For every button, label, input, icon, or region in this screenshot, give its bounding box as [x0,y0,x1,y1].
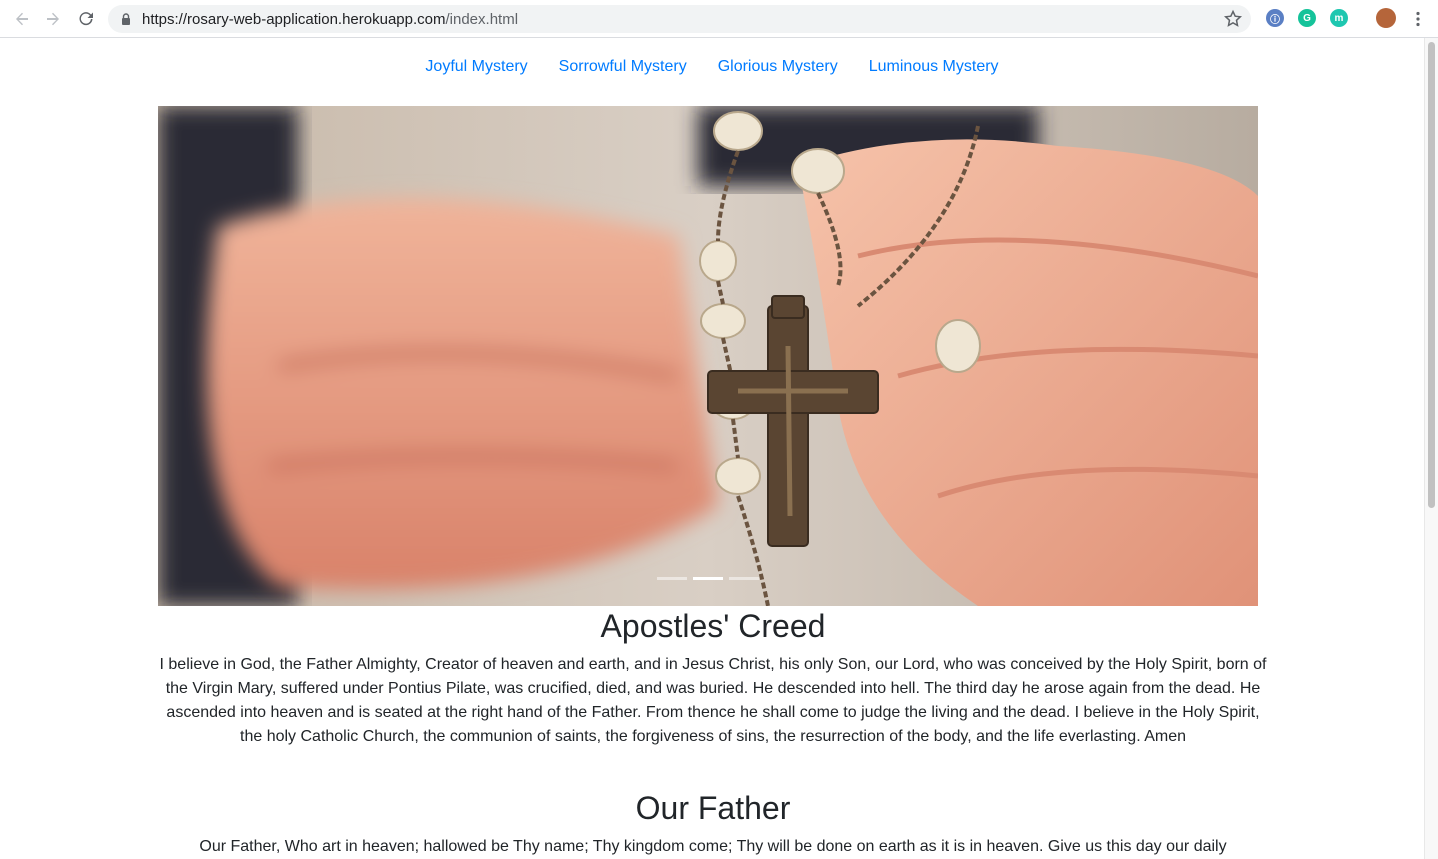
browser-menu-button[interactable] [1408,9,1428,29]
reload-button[interactable] [76,9,96,29]
carousel-indicator-1[interactable] [657,577,687,580]
nav-joyful-mystery[interactable]: Joyful Mystery [425,56,527,78]
apostles-creed-section: Apostles' Creed I believe in God, the Fa… [158,607,1268,749]
nav-sorrowful-mystery[interactable]: Sorrowful Mystery [559,56,687,78]
our-father-text: Our Father, Who art in heaven; hallowed … [199,838,1227,855]
carousel-indicator-3[interactable] [729,577,759,580]
grammarly-extension-icon[interactable]: G [1298,9,1316,27]
extension-icon-1[interactable]: ⓘ [1266,9,1284,27]
nav-glorious-mystery[interactable]: Glorious Mystery [718,56,838,78]
apostles-creed-text: I believe in God, the Father Almighty, C… [159,656,1267,745]
address-bar[interactable]: https://rosary-web-application.herokuapp… [108,5,1251,33]
reload-icon [79,12,93,26]
arrow-right-icon [47,12,59,26]
url-path: /index.html [445,11,519,28]
mystery-nav: Joyful Mystery Sorrowful Mystery Gloriou… [0,56,1424,78]
profile-avatar[interactable] [1376,8,1396,28]
our-father-section: Our Father Our Father, Who art in heaven… [158,789,1268,859]
more-vert-icon [1416,11,1420,27]
arrow-left-icon [16,12,28,26]
extension-icon-3[interactable]: m [1330,9,1348,27]
url-host: https://rosary-web-application.herokuapp… [142,11,446,28]
bookmark-star-icon[interactable] [1223,9,1243,29]
rosary-carousel[interactable] [158,106,1258,606]
url-text[interactable]: https://rosary-web-application.herokuapp… [142,11,518,28]
nav-luminous-mystery[interactable]: Luminous Mystery [869,56,999,78]
browser-toolbar: https://rosary-web-application.herokuapp… [0,0,1438,38]
apostles-creed-title: Apostles' Creed [600,608,826,644]
carousel-indicator-2[interactable] [693,577,723,580]
forward-button[interactable] [43,9,63,29]
rosary-hands-image [158,106,1258,606]
back-button[interactable] [12,9,32,29]
page-scrollbar[interactable] [1424,38,1438,859]
lock-icon [122,13,130,25]
our-father-title: Our Father [635,790,791,826]
scrollbar-thumb[interactable] [1428,42,1435,508]
carousel-indicators [158,577,1258,580]
